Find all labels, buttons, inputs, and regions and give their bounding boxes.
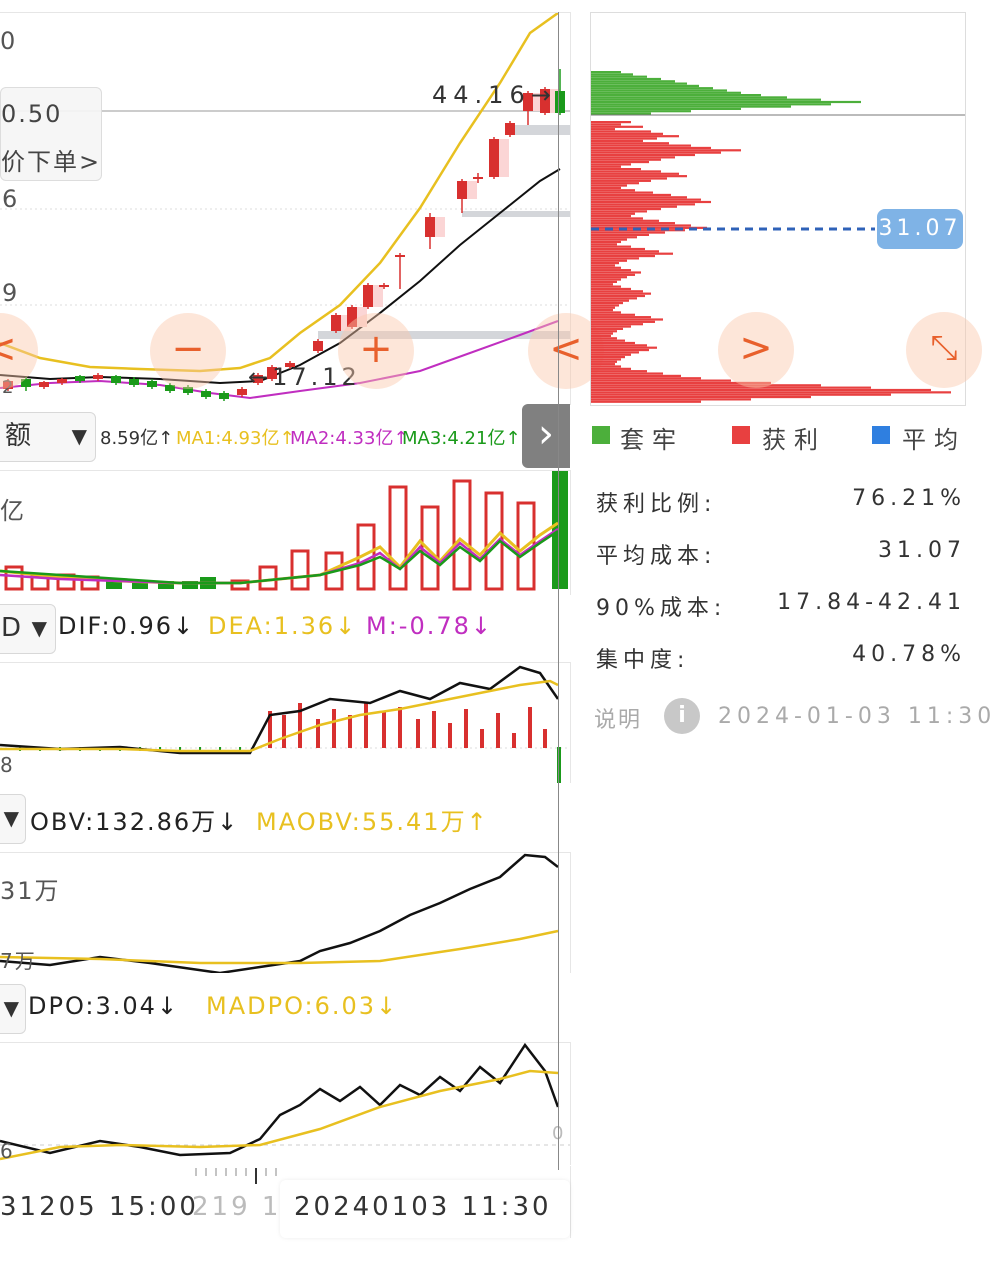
volume-header: 额 ▼ 8.59亿↑ MA1:4.93亿↑ MA2:4.33亿↑ MA3:4.2… — [0, 404, 570, 468]
chevron-down-icon: ▼ — [31, 616, 47, 640]
obv-value: OBV:132.86万↓ — [30, 808, 240, 836]
obv-axis-low: 7万 — [0, 949, 37, 973]
average-cost-badge: 31.07 — [877, 209, 963, 249]
macd-dif: DIF:0.96↓ — [58, 612, 196, 640]
chip-next-button[interactable]: > — [718, 312, 794, 388]
obv-ma: MAOBV:55.41万↑ — [256, 808, 489, 836]
time-axis[interactable]: 31205 15:00 219 1 20240103 11:30 — [0, 1166, 571, 1238]
macd-indicator-select[interactable]: D ▼ — [0, 604, 56, 654]
legend-label-profit: 获利 — [762, 426, 826, 454]
high-price-marker: 44.16→ — [432, 81, 557, 109]
legend-label-trapped: 套牢 — [620, 426, 684, 454]
obv-header: ▼ OBV:132.86万↓ MAOBV:55.41万↑ — [0, 790, 570, 846]
crosshair-line — [558, 12, 559, 1170]
order-button[interactable]: 价下单> — [1, 142, 101, 177]
legend-swatch-average — [872, 426, 890, 444]
chip-timestamp: 2024-01-03 11:30 — [718, 704, 996, 729]
volume-unit-label: 亿 — [0, 497, 26, 525]
dpo-chart-svg — [0, 1043, 570, 1161]
dpo-indicator-select[interactable]: ▼ — [0, 984, 26, 1034]
macd-axis-low: 8 — [0, 753, 15, 777]
time-label-mid: 219 1 — [192, 1192, 282, 1222]
expand-panel-button[interactable]: › — [522, 404, 570, 468]
fullscreen-icon[interactable]: ⤡ — [906, 312, 982, 388]
price-chart[interactable]: 0 0.50 价下单> 6 9 2 44.16→ ←17.12 < − + < — [0, 12, 604, 405]
time-label-left: 31205 15:00 — [0, 1192, 199, 1222]
volume-chart-svg — [0, 471, 568, 591]
legend-swatch-profit — [732, 426, 750, 444]
legend-label-average: 平均 — [902, 426, 966, 454]
dpo-header: ▼ DPO:3.04↓ MADPO:6.03↓ — [0, 980, 570, 1036]
dpo-axis-low: 6 — [0, 1139, 15, 1163]
obv-chart: 31万 7万 — [0, 852, 571, 973]
legend-swatch-trapped — [592, 426, 610, 444]
order-popover[interactable]: 0.50 价下单> — [0, 87, 102, 181]
volume-ma2: MA2:4.33亿↑ — [290, 428, 409, 449]
dpo-ma: MADPO:6.03↓ — [206, 992, 399, 1020]
volume-ma3: MA3:4.21亿↑ — [402, 428, 521, 449]
dpo-value: DPO:3.04↓ — [28, 992, 180, 1020]
macd-histogram — [19, 703, 561, 783]
dpo-chart: 6 0 — [0, 1042, 571, 1165]
chevron-down-icon: ▼ — [3, 996, 19, 1020]
volume-indicator-select[interactable]: 额 ▼ — [0, 412, 96, 462]
price-chart-svg — [0, 13, 570, 401]
macd-header: D ▼ DIF:0.96↓ DEA:1.36↓ M:-0.78↓ — [0, 600, 570, 656]
stat-profit-ratio: 获利比例: 76.21% — [596, 486, 966, 517]
obv-axis-high: 31万 — [0, 877, 61, 905]
volume-value: 8.59亿↑ — [100, 428, 174, 449]
obv-chart-svg — [0, 853, 559, 973]
volume-bars — [4, 471, 568, 591]
axis-label-mid2: 9 — [2, 279, 20, 307]
chevron-down-icon: ▼ — [71, 424, 87, 448]
time-label-right: 20240103 11:30 — [294, 1192, 552, 1222]
axis-label-mid1: 6 — [2, 185, 20, 213]
obv-indicator-select[interactable]: ▼ — [0, 794, 26, 844]
volume-ma1: MA1:4.93亿↑ — [176, 428, 295, 449]
stat-average-cost: 平均成本: 31.07 — [596, 538, 966, 569]
chip-note-row: 说明 i 2024-01-03 11:30 — [594, 696, 991, 736]
macd-chart: 8 — [0, 662, 571, 783]
info-icon[interactable]: i — [664, 698, 700, 734]
price-high-label: 0.50 — [1, 100, 63, 128]
axis-label-top: 0 — [0, 27, 18, 55]
chip-legend: 套牢 获利 平均 — [590, 416, 970, 456]
note-label: 说明 — [594, 708, 643, 733]
macd-dea: DEA:1.36↓ — [208, 612, 358, 640]
crosshair-time-badge: 20240103 11:30 — [280, 1180, 570, 1238]
macd-chart-svg — [0, 665, 570, 783]
zoom-in-button[interactable]: + — [338, 313, 414, 389]
stat-90-cost: 90%成本: 17.84-42.41 — [596, 590, 966, 621]
zoom-out-button[interactable]: − — [150, 313, 226, 389]
macd-m: M:-0.78↓ — [366, 612, 493, 640]
stat-concentration: 集中度: 40.78% — [596, 642, 966, 673]
chevron-down-icon: ▼ — [3, 806, 19, 830]
volume-chart: 亿 — [0, 470, 571, 595]
